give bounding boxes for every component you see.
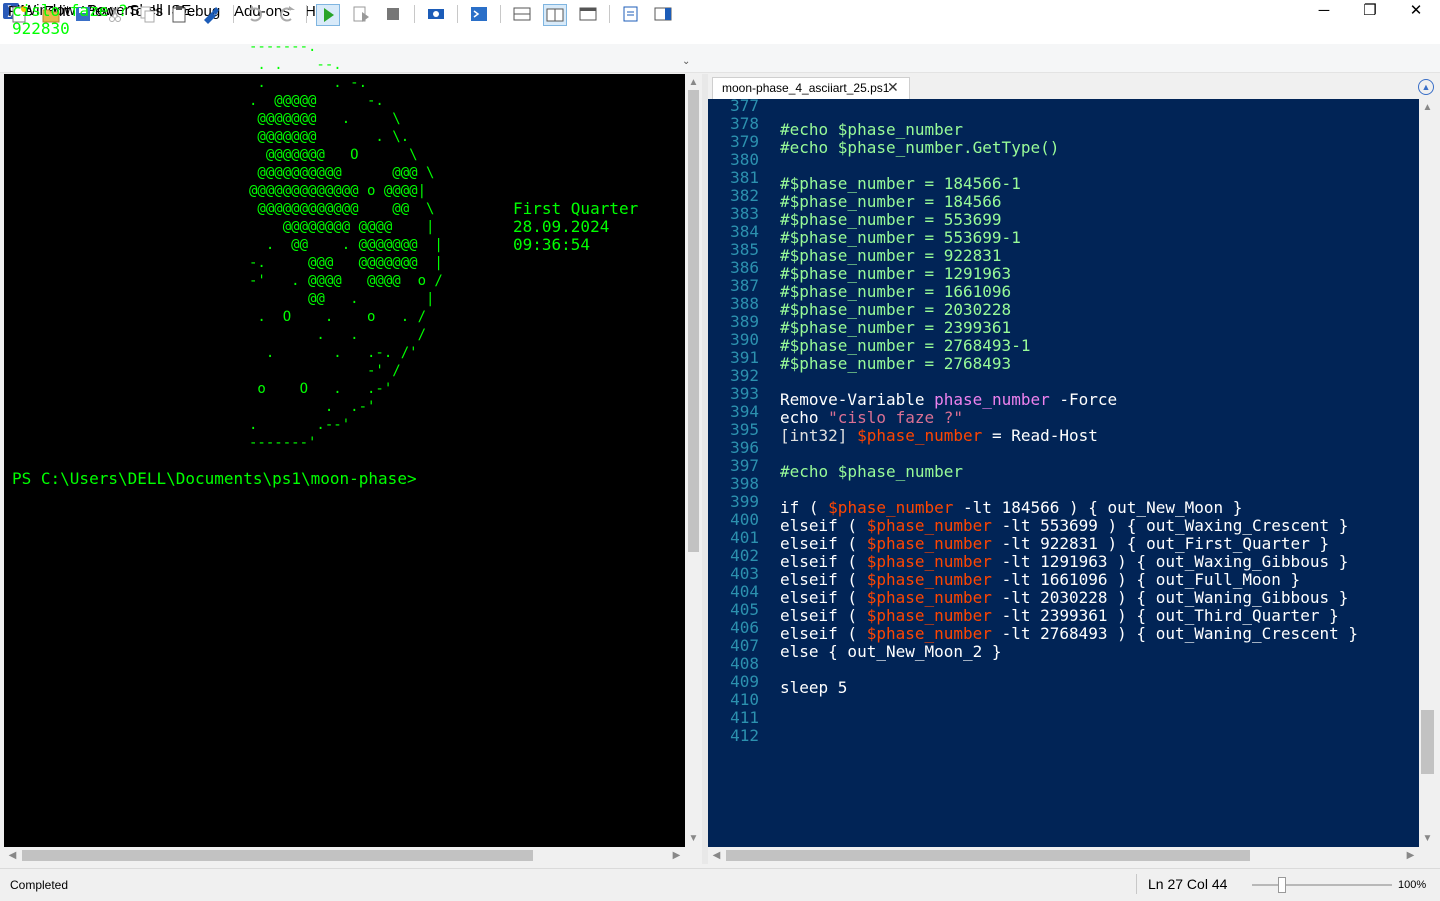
start-powershell-icon[interactable] bbox=[468, 4, 490, 24]
console-line: cislo faze ? bbox=[12, 1, 128, 20]
tab-label[interactable]: moon-phase_4_asciiart_25.ps1 bbox=[722, 81, 889, 95]
scroll-left-icon[interactable]: ◀ bbox=[708, 847, 725, 864]
code-line: elseif ( $phase_number -lt 922831 ) { ou… bbox=[780, 534, 1330, 553]
undo-icon[interactable] bbox=[244, 4, 266, 24]
minimize-button[interactable]: ─ bbox=[1301, 0, 1347, 22]
show-addons-icon[interactable] bbox=[652, 4, 674, 24]
layout-right-icon[interactable] bbox=[543, 4, 567, 26]
status-text: Completed bbox=[10, 878, 69, 892]
moon-date: 28.09.2024 bbox=[513, 217, 610, 236]
code-line: #echo $phase_number bbox=[780, 462, 964, 481]
zoom-slider-thumb[interactable] bbox=[1278, 877, 1286, 893]
close-button[interactable]: ✕ bbox=[1393, 0, 1439, 22]
toolbar bbox=[0, 44, 1440, 73]
moon-info: First Quarter 28.09.2024 09:36:54 bbox=[513, 200, 638, 254]
toolbar-separator bbox=[500, 5, 501, 23]
scroll-up-icon[interactable]: ▲ bbox=[1419, 99, 1436, 116]
copy-icon[interactable] bbox=[136, 4, 158, 24]
moon-time: 09:36:54 bbox=[513, 235, 591, 254]
console-line: 922830 bbox=[12, 19, 70, 38]
code-line: else { out_New_Moon_2 } bbox=[780, 642, 1002, 661]
zoom-slider[interactable] bbox=[1252, 884, 1392, 886]
scroll-left-icon[interactable]: ◀ bbox=[4, 847, 21, 864]
toolbar-separator bbox=[233, 5, 234, 23]
code-line: #echo $phase_number bbox=[780, 120, 964, 139]
paste-icon[interactable] bbox=[168, 4, 190, 24]
code-line: #$phase_number = 553699-1 bbox=[780, 228, 1021, 247]
maximize-button[interactable]: ❐ bbox=[1347, 0, 1393, 22]
scroll-down-icon[interactable]: ▼ bbox=[685, 830, 702, 847]
scroll-up-icon[interactable]: ▲ bbox=[685, 74, 702, 91]
code-line: elseif ( $phase_number -lt 553699 ) { ou… bbox=[780, 516, 1349, 535]
show-command-icon[interactable] bbox=[620, 4, 642, 24]
code-line: #$phase_number = 2768493-1 bbox=[780, 336, 1031, 355]
toolbar-overflow-icon[interactable]: ⌄ bbox=[682, 56, 690, 67]
code-line: #$phase_number = 184566-1 bbox=[780, 174, 1021, 193]
code-line: Remove-Variable phase_number -Force bbox=[780, 390, 1118, 409]
toolbar-separator bbox=[609, 5, 610, 23]
collapse-script-pane-icon[interactable]: ▲ bbox=[1418, 79, 1434, 95]
scroll-right-icon[interactable]: ▶ bbox=[668, 847, 685, 864]
console-hscroll-thumb[interactable] bbox=[22, 850, 533, 861]
code-line: #$phase_number = 922831 bbox=[780, 246, 1002, 265]
toolbar-separator bbox=[457, 5, 458, 23]
run-selection-icon[interactable] bbox=[350, 4, 372, 24]
code-area[interactable]: #echo $phase_number #echo $phase_number.… bbox=[708, 99, 1419, 847]
toolbar-separator bbox=[306, 5, 307, 23]
code-line: echo "cislo faze ?" bbox=[780, 408, 964, 427]
code-line: #$phase_number = 2399361 bbox=[780, 318, 1012, 337]
code-line: if ( $phase_number -lt 184566 ) { out_Ne… bbox=[780, 498, 1243, 517]
console-output: cislo faze ? 922830 bbox=[12, 2, 128, 38]
menu-bar bbox=[0, 22, 1440, 44]
code-line: elseif ( $phase_number -lt 2768493 ) { o… bbox=[780, 624, 1358, 643]
editor-scroll-thumb[interactable] bbox=[1421, 710, 1434, 774]
code-line: #$phase_number = 1291963 bbox=[780, 264, 1012, 283]
editor-hscroll-thumb[interactable] bbox=[726, 850, 1250, 861]
code-line: [int32] $phase_number = Read-Host bbox=[780, 426, 1098, 445]
code-line: elseif ( $phase_number -lt 2030228 ) { o… bbox=[780, 588, 1349, 607]
code-line: elseif ( $phase_number -lt 1661096 ) { o… bbox=[780, 570, 1301, 589]
run-script-icon[interactable] bbox=[316, 4, 340, 26]
code-line: #$phase_number = 184566 bbox=[780, 192, 1002, 211]
code-line: #echo $phase_number.GetType() bbox=[780, 138, 1060, 157]
code-line: #$phase_number = 1661096 bbox=[780, 282, 1012, 301]
cursor-position: Ln 27 Col 44 bbox=[1148, 876, 1228, 892]
console-scroll-thumb[interactable] bbox=[688, 90, 699, 552]
scroll-down-icon[interactable]: ▼ bbox=[1419, 830, 1436, 847]
code-line: elseif ( $phase_number -lt 1291963 ) { o… bbox=[780, 552, 1349, 571]
zoom-level: 100% bbox=[1398, 879, 1427, 891]
status-separator bbox=[1136, 874, 1137, 894]
code-line: elseif ( $phase_number -lt 2399361 ) { o… bbox=[780, 606, 1339, 625]
layout-top-icon[interactable] bbox=[511, 4, 533, 24]
clear-console-icon[interactable] bbox=[200, 4, 222, 24]
code-line: #$phase_number = 553699 bbox=[780, 210, 1002, 229]
new-remote-tab-icon[interactable] bbox=[425, 4, 447, 24]
console-prompt[interactable]: PS C:\Users\DELL\Documents\ps1\moon-phas… bbox=[12, 470, 417, 488]
code-line: #$phase_number = 2030228 bbox=[780, 300, 1012, 319]
stop-icon[interactable] bbox=[382, 4, 404, 24]
tab-close-icon[interactable]: ✕ bbox=[887, 79, 899, 96]
redo-icon[interactable] bbox=[276, 4, 298, 24]
moon-phase-name: First Quarter bbox=[513, 199, 639, 218]
scroll-right-icon[interactable]: ▶ bbox=[1402, 847, 1419, 864]
code-line: #$phase_number = 2768493 bbox=[780, 354, 1012, 373]
toolbar-separator bbox=[414, 5, 415, 23]
layout-max-icon[interactable] bbox=[577, 4, 599, 24]
moon-ascii-art: -------. . . --. . . -. . @@@@@ -. @@@@@… bbox=[249, 39, 443, 451]
code-line: sleep 5 bbox=[780, 678, 848, 697]
